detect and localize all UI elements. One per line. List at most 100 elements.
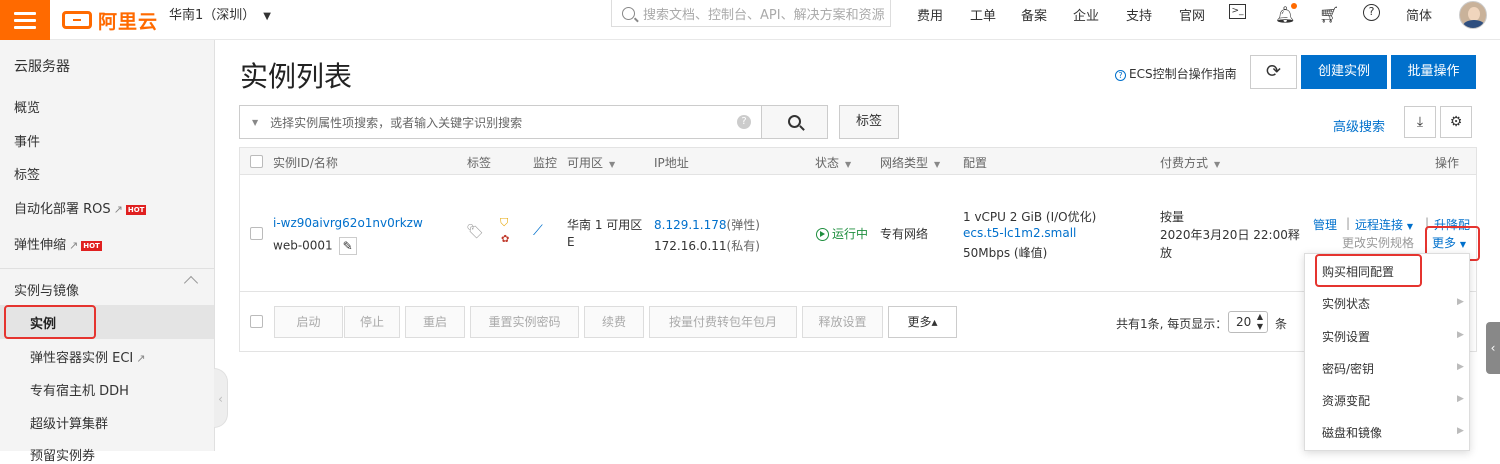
th-billing[interactable]: 付费方式 ▼ — [1160, 154, 1220, 171]
th-zone-label: 可用区 — [567, 156, 604, 170]
external-link-icon: ↗ — [113, 203, 123, 216]
th-status[interactable]: 状态 ▼ — [815, 154, 851, 171]
billing-line3: 放 — [1160, 246, 1173, 260]
th-zone[interactable]: 可用区 ▼ — [567, 154, 615, 171]
batch-operation-button[interactable]: 批量操作 — [1391, 55, 1476, 89]
bottom-more-button[interactable]: 更多▴ — [888, 306, 957, 338]
page-size-select[interactable]: 20 ▲ ▼ — [1228, 311, 1268, 333]
chevron-right-icon: ▶ — [1457, 330, 1464, 340]
menu-item-instance-status[interactable]: 实例状态 — [1322, 295, 1370, 312]
sidebar: 云服务器 概览 事件 标签 自动化部署 ROS ↗ HOT 弹性伸缩 ↗ HOT 实例与… — [0, 40, 215, 464]
th-tags: 标签 — [467, 156, 492, 170]
sidebar-item-super-computing[interactable]: 超级计算集群 — [30, 413, 108, 432]
security-shield-icon[interactable]: ⛉ — [500, 216, 508, 230]
logo[interactable]: 阿里云 — [62, 6, 158, 34]
bottom-select-checkbox[interactable] — [250, 315, 263, 328]
instance-name: web-0001 ✎ — [273, 237, 357, 255]
refresh-button[interactable]: ⟳ — [1250, 55, 1297, 89]
chevron-right-icon: ▶ — [1457, 394, 1464, 404]
sidebar-title: 云服务器 — [14, 59, 70, 75]
sidebar-collapse-handle[interactable]: ‹ — [214, 368, 228, 428]
nav-website[interactable]: 官网 — [1179, 5, 1205, 24]
start-button[interactable]: 启动 — [274, 306, 343, 338]
th-network-label: 网络类型 — [880, 156, 929, 170]
terminal-icon[interactable]: >_ — [1229, 4, 1246, 19]
nav-tickets[interactable]: 工单 — [970, 5, 996, 24]
sidebar-item-tags[interactable]: 标签 — [14, 164, 40, 183]
hot-badge: HOT — [81, 240, 102, 251]
config-line1: 1 vCPU 2 GiB (I/O优化) — [963, 210, 1097, 224]
instance-filter-input[interactable]: ▼ 选择实例属性项搜索，或者输入关键字识别搜索 ? — [239, 105, 762, 139]
private-ip: 172.16.0.11(私有) — [654, 237, 760, 254]
sidebar-item-overview[interactable]: 概览 — [14, 97, 40, 116]
sidebar-item-events[interactable]: 事件 — [14, 131, 40, 150]
help-icon[interactable]: ? — [737, 115, 751, 129]
instance-type-link[interactable]: ecs.t5-lc1m2.small — [963, 226, 1076, 240]
private-ip-suffix: (私有) — [726, 239, 760, 253]
global-search-input[interactable]: 搜索文档、控制台、API、解决方案和资源 — [611, 0, 891, 27]
cart-icon[interactable]: 🛒︎ — [1319, 5, 1339, 24]
manage-link[interactable]: 管理 — [1313, 216, 1337, 233]
search-button[interactable] — [761, 105, 828, 139]
help-icon[interactable]: ? — [1363, 4, 1380, 21]
menu-item-disk-image[interactable]: 磁盘和镜像 — [1322, 424, 1382, 441]
menu-item-password-key[interactable]: 密码/密钥 — [1322, 360, 1374, 377]
region-label: 华南1（深圳） — [169, 8, 256, 23]
th-network[interactable]: 网络类型 ▼ — [880, 154, 940, 171]
avatar[interactable] — [1459, 1, 1487, 29]
right-panel-handle[interactable]: ‹ — [1486, 322, 1500, 374]
chevron-up-icon[interactable] — [183, 275, 199, 291]
stop-button[interactable]: 停止 — [344, 306, 400, 338]
export-icon[interactable]: ⤓ — [1404, 106, 1436, 138]
menu-icon[interactable] — [0, 0, 50, 40]
sidebar-item-eci[interactable]: 弹性容器实例 ECI ↗ — [30, 347, 145, 366]
highlight-box-instances — [4, 305, 96, 339]
nav-support[interactable]: 支持 — [1126, 5, 1152, 24]
renew-button[interactable]: 续费 — [584, 306, 644, 338]
create-instance-button[interactable]: 创建实例 — [1301, 55, 1387, 89]
remote-connect-link[interactable]: 远程连接 ▼ — [1355, 216, 1413, 233]
sidebar-item-ros[interactable]: 自动化部署 ROS ↗ HOT — [14, 198, 147, 217]
sidebar-group-instances-images[interactable]: 实例与镜像 — [14, 280, 79, 299]
zone-line1: 华南 1 可用区 — [567, 218, 643, 232]
public-ip-link[interactable]: 8.129.1.178 — [654, 218, 727, 232]
reset-password-button[interactable]: 重置实例密码 — [470, 306, 579, 338]
sidebar-item-scaling[interactable]: 弹性伸缩 ↗ HOT — [14, 234, 102, 253]
nav-fees[interactable]: 费用 — [917, 5, 943, 24]
console-guide-label: ECS控制台操作指南 — [1129, 67, 1237, 81]
instance-id-link[interactable]: i-wz90aivrg62o1nv0rkzw — [273, 216, 423, 230]
nav-enterprise[interactable]: 企业 — [1073, 5, 1099, 24]
billing-line2: 2020年3月20日 22:00释 — [1160, 228, 1300, 242]
convert-billing-button[interactable]: 按量付费转包年包月 — [649, 306, 797, 338]
console-guide-link[interactable]: ? ECS控制台操作指南 — [1115, 65, 1237, 82]
menu-item-resource-change[interactable]: 资源变配 — [1322, 392, 1370, 409]
aliyun-logo-icon — [62, 11, 92, 29]
gear-icon[interactable]: ⚙ — [1440, 106, 1472, 138]
menu-item-buy-same-config[interactable]: 购买相同配置 — [1322, 263, 1394, 280]
select-all-checkbox[interactable] — [250, 155, 263, 168]
sidebar-divider — [0, 268, 214, 269]
nav-icp[interactable]: 备案 — [1021, 5, 1047, 24]
caret-down-icon: ▼ — [609, 160, 616, 169]
menu-item-instance-settings[interactable]: 实例设置 — [1322, 328, 1370, 345]
language-switch[interactable]: 简体 — [1406, 5, 1432, 24]
public-ip: 8.129.1.178(弹性) — [654, 216, 760, 233]
release-settings-button[interactable]: 释放设置 — [802, 306, 883, 338]
sidebar-item-ros-label: 自动化部署 ROS — [14, 202, 111, 217]
private-ip-value: 172.16.0.11 — [654, 239, 727, 253]
change-spec-link[interactable]: 更改实例规格 — [1342, 234, 1414, 251]
region-selector[interactable]: 华南1（深圳） ▼ — [169, 4, 271, 23]
search-icon — [788, 115, 801, 128]
edit-icon[interactable]: ✎ — [338, 237, 357, 255]
monitor-chart-icon[interactable]: ⟋ — [533, 223, 543, 239]
sidebar-item-reserved[interactable]: 预留实例券 — [30, 445, 95, 464]
tag-filter-button[interactable]: 标签 — [839, 105, 899, 139]
tag-icon[interactable]: 🏷︎ — [466, 224, 484, 240]
restart-button[interactable]: 重启 — [405, 306, 465, 338]
advanced-search-link[interactable]: 高级搜索 — [1333, 116, 1385, 135]
th-status-label: 状态 — [815, 156, 840, 170]
table-header: 实例ID/名称 标签 监控 可用区 ▼ IP地址 状态 ▼ 网络类型 ▼ 配置 付费方… — [240, 148, 1476, 175]
row-checkbox[interactable] — [250, 227, 263, 240]
question-icon: ? — [1115, 70, 1126, 81]
sidebar-item-ddh[interactable]: 专有宿主机 DDH — [30, 380, 129, 399]
